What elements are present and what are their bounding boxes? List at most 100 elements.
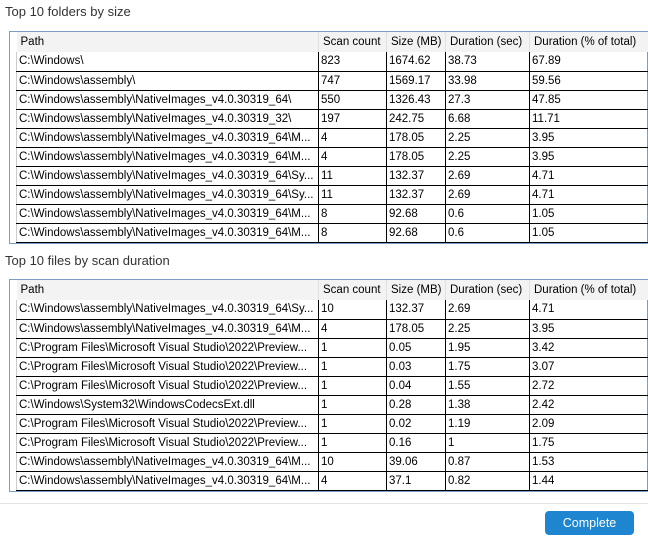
- table-cell: 2.25: [445, 319, 530, 339]
- table-cell: 1674.62: [386, 52, 446, 72]
- table-cell: 4: [318, 319, 387, 339]
- table-row[interactable]: C:\Program Files\Microsoft Visual Studio…: [16, 357, 648, 377]
- table-cell: 2.69: [445, 185, 530, 205]
- table-row[interactable]: C:\Windows\assembly\NativeImages_v4.0.30…: [16, 223, 648, 243]
- table-cell: 47.85: [529, 90, 648, 110]
- table-row[interactable]: C:\Windows\assembly\NativeImages_v4.0.30…: [16, 128, 648, 148]
- column-header[interactable]: Duration (% of total): [529, 280, 648, 300]
- table-cell: C:\Windows\assembly\NativeImages_v4.0.30…: [16, 147, 319, 167]
- table-cell: 6.68: [445, 109, 530, 129]
- files-grid[interactable]: Path Scan count Size (MB) Duration (sec) Dur…: [9, 279, 648, 492]
- complete-button[interactable]: Complete: [545, 511, 634, 535]
- column-header[interactable]: Duration (sec): [445, 32, 530, 52]
- table-cell: 38.73: [445, 52, 530, 72]
- table-row[interactable]: C:\Windows\assembly\NativeImages_v4.0.30…: [16, 319, 648, 339]
- table-row[interactable]: C:\Windows\assembly\ 747 1569.17 33.98 59.56: [16, 71, 648, 91]
- table-row[interactable]: C:\Windows\assembly\NativeImages_v4.0.30…: [16, 90, 648, 110]
- column-header[interactable]: Size (MB): [386, 280, 446, 300]
- table-cell: 4.71: [529, 185, 648, 205]
- table-cell: 3.95: [529, 147, 648, 167]
- table-cell: 1.55: [445, 376, 530, 396]
- table-cell: 2.69: [445, 166, 530, 186]
- table-cell: 2.42: [529, 395, 648, 415]
- table-cell: C:\Windows\assembly\NativeImages_v4.0.30…: [16, 319, 319, 339]
- table-cell: 3.95: [529, 319, 648, 339]
- table-cell: 8: [318, 223, 387, 243]
- table-row[interactable]: C:\Windows\assembly\NativeImages_v4.0.30…: [16, 300, 648, 320]
- table-cell: C:\Windows\assembly\NativeImages_v4.0.30…: [16, 223, 319, 243]
- table-row[interactable]: C:\Windows\assembly\NativeImages_v4.0.30…: [16, 166, 648, 186]
- table-row[interactable]: C:\Program Files\Microsoft Visual Studio…: [16, 376, 648, 396]
- table-cell: C:\Program Files\Microsoft Visual Studio…: [16, 357, 319, 377]
- table-row[interactable]: C:\Program Files\Microsoft Visual Studio…: [16, 433, 648, 453]
- column-header[interactable]: Size (MB): [386, 32, 446, 52]
- table-cell: C:\Windows\assembly\: [16, 71, 319, 91]
- column-header[interactable]: Scan count: [318, 32, 387, 52]
- table-cell: 67.89: [529, 52, 648, 72]
- table-cell: 39.06: [386, 452, 446, 472]
- table-row[interactable]: C:\Windows\System32\WindowsCodecsExt.dll…: [16, 395, 648, 415]
- table-cell: 550: [318, 90, 387, 110]
- table-cell: C:\Windows\assembly\NativeImages_v4.0.30…: [16, 90, 319, 110]
- table-cell: 0.87: [445, 452, 530, 472]
- table-cell: C:\Program Files\Microsoft Visual Studio…: [16, 414, 319, 434]
- table-cell: 0.04: [386, 376, 446, 396]
- table-cell: C:\Windows\assembly\NativeImages_v4.0.30…: [16, 452, 319, 472]
- table-cell: 1.05: [529, 223, 648, 243]
- table-cell: 1.38: [445, 395, 530, 415]
- header-row: Path Scan count Size (MB) Duration (sec) Dur…: [16, 280, 648, 300]
- table-cell: C:\Windows\assembly\NativeImages_v4.0.30…: [16, 109, 319, 129]
- table-cell: 178.05: [386, 128, 446, 148]
- table-cell: 0.6: [445, 223, 530, 243]
- table-cell: C:\Windows\assembly\NativeImages_v4.0.30…: [16, 204, 319, 224]
- table-cell: 1: [318, 395, 387, 415]
- table-cell: C:\Windows\assembly\NativeImages_v4.0.30…: [16, 185, 319, 205]
- table-cell: 242.75: [386, 109, 446, 129]
- table-row[interactable]: C:\Windows\assembly\NativeImages_v4.0.30…: [16, 109, 648, 129]
- table-cell: 4: [318, 147, 387, 167]
- column-header[interactable]: Path: [16, 32, 319, 52]
- table-row[interactable]: C:\Windows\assembly\NativeImages_v4.0.30…: [16, 204, 648, 224]
- column-header[interactable]: Duration (sec): [445, 280, 530, 300]
- column-header[interactable]: Path: [16, 280, 319, 300]
- table-cell: 747: [318, 71, 387, 91]
- table-cell: 1.95: [445, 338, 530, 358]
- table-cell: 37.1: [386, 471, 446, 491]
- table-row[interactable]: C:\Windows\assembly\NativeImages_v4.0.30…: [16, 471, 648, 491]
- table-cell: C:\Windows\assembly\NativeImages_v4.0.30…: [16, 128, 319, 148]
- table-cell: 1: [318, 338, 387, 358]
- table-cell: 92.68: [386, 204, 446, 224]
- folders-grid[interactable]: Path Scan count Size (MB) Duration (sec) Dur…: [9, 31, 648, 244]
- table-cell: 1: [445, 433, 530, 453]
- table-row[interactable]: C:\Program Files\Microsoft Visual Studio…: [16, 338, 648, 358]
- table-cell: 1.53: [529, 452, 648, 472]
- table-cell: 33.98: [445, 71, 530, 91]
- column-header[interactable]: Duration (% of total): [529, 32, 648, 52]
- table-cell: 4.71: [529, 166, 648, 186]
- table-row[interactable]: C:\Program Files\Microsoft Visual Studio…: [16, 414, 648, 434]
- table-cell: 8: [318, 204, 387, 224]
- table-cell: C:\Windows\assembly\NativeImages_v4.0.30…: [16, 300, 319, 320]
- table-cell: 2.72: [529, 376, 648, 396]
- table-cell: 1326.43: [386, 90, 446, 110]
- table-cell: 27.3: [445, 90, 530, 110]
- table-row[interactable]: C:\Windows\assembly\NativeImages_v4.0.30…: [16, 185, 648, 205]
- table-cell: 0.28: [386, 395, 446, 415]
- table-cell: 2.25: [445, 147, 530, 167]
- table-cell: 3.07: [529, 357, 648, 377]
- table-cell: C:\Program Files\Microsoft Visual Studio…: [16, 376, 319, 396]
- table-row[interactable]: C:\Windows\assembly\NativeImages_v4.0.30…: [16, 147, 648, 167]
- footer-divider: [0, 503, 648, 504]
- table-cell: 1: [318, 414, 387, 434]
- table-cell: 132.37: [386, 166, 446, 186]
- table-cell: 4.71: [529, 300, 648, 320]
- table-cell: 132.37: [386, 185, 446, 205]
- table-cell: 1.05: [529, 204, 648, 224]
- table-row[interactable]: C:\Windows\ 823 1674.62 38.73 67.89: [16, 52, 648, 72]
- column-header[interactable]: Scan count: [318, 280, 387, 300]
- table-cell: C:\Program Files\Microsoft Visual Studio…: [16, 338, 319, 358]
- table-cell: 1: [318, 357, 387, 377]
- table-cell: 823: [318, 52, 387, 72]
- table-cell: C:\Windows\: [16, 52, 319, 72]
- table-row[interactable]: C:\Windows\assembly\NativeImages_v4.0.30…: [16, 452, 648, 472]
